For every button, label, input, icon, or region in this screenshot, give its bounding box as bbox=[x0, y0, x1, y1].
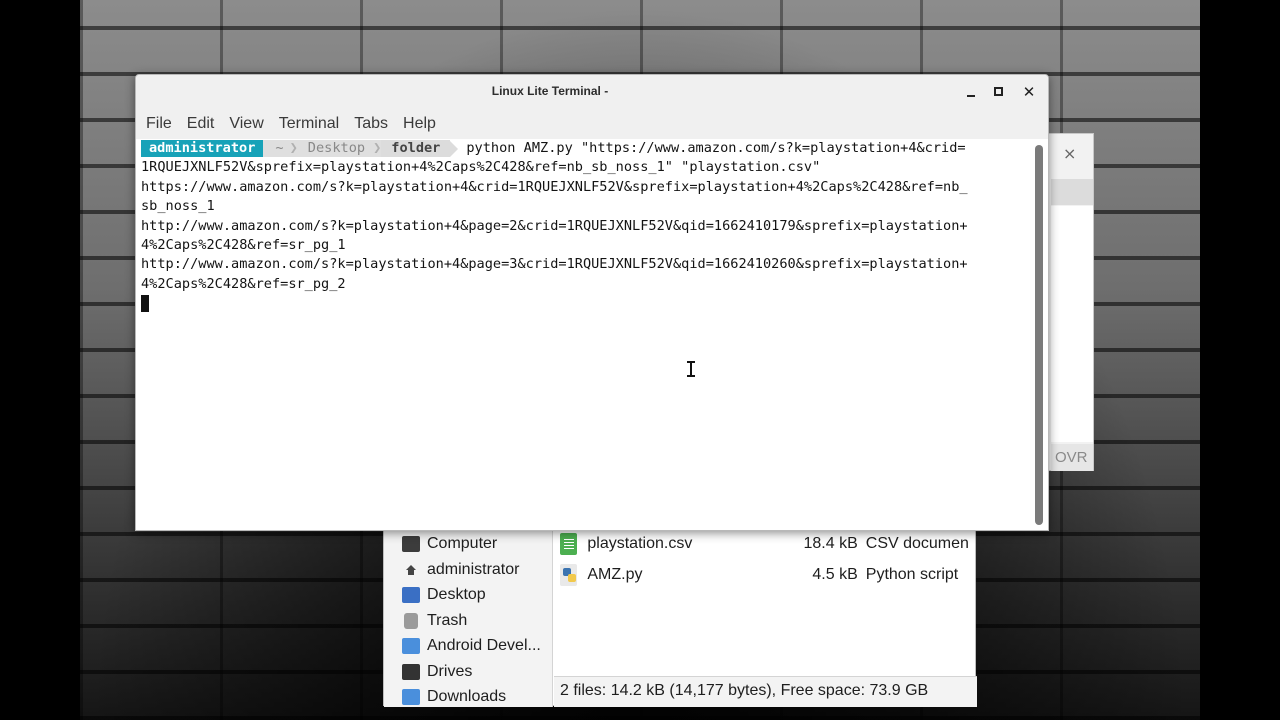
python-icon bbox=[560, 564, 578, 586]
prompt-dir-desktop: Desktop bbox=[297, 140, 374, 157]
close-button[interactable]: ✕ bbox=[1019, 82, 1039, 102]
menu-terminal[interactable]: Terminal bbox=[279, 115, 339, 133]
home-icon bbox=[402, 562, 420, 578]
sidebar-item-label: Desktop bbox=[427, 586, 486, 603]
left-letterbox bbox=[0, 0, 80, 720]
output-line: 4%2Caps%2C428&ref=sr_pg_2 bbox=[141, 275, 346, 292]
terminal-window[interactable]: Linux Lite Terminal - ✕ File Edit View T… bbox=[135, 74, 1049, 531]
sidebar-item-android-devel[interactable]: Android Devel... bbox=[402, 635, 541, 657]
file-name: playstation.csv bbox=[587, 535, 693, 552]
sidebar-item-label: Drives bbox=[427, 663, 473, 680]
close-icon[interactable]: × bbox=[1063, 144, 1076, 163]
sidebar-item-trash[interactable]: Trash bbox=[402, 610, 467, 632]
output-line: 1RQUEJXNLF52V&sprefix=playstation+4%2Cap… bbox=[141, 159, 821, 176]
trash-icon bbox=[404, 613, 418, 629]
file-size: 4.5 kB bbox=[812, 566, 858, 583]
menu-file[interactable]: File bbox=[146, 115, 172, 133]
output-line: http://www.amazon.com/s?k=playstation+4&… bbox=[141, 217, 968, 234]
prompt-separator: ❯ bbox=[289, 140, 298, 157]
desktop-icon bbox=[402, 587, 420, 603]
editor-toolbar bbox=[1051, 179, 1093, 205]
computer-icon bbox=[402, 536, 420, 552]
sidebar-item-drives[interactable]: Drives bbox=[402, 661, 472, 683]
output-line: sb_noss_1 bbox=[141, 198, 215, 215]
menu-tabs[interactable]: Tabs bbox=[354, 115, 388, 133]
sidebar-item-computer[interactable]: Computer bbox=[402, 533, 497, 555]
editor-text-area[interactable] bbox=[1051, 206, 1093, 442]
maximize-button[interactable] bbox=[989, 82, 1009, 102]
file-name: AMZ.py bbox=[587, 566, 643, 583]
command-text: python AMZ.py "https://www.amazon.com/s?… bbox=[466, 140, 966, 156]
mouse-ibeam-icon bbox=[686, 361, 696, 377]
output-line: https://www.amazon.com/s?k=playstation+4… bbox=[141, 178, 968, 195]
menu-edit[interactable]: Edit bbox=[187, 115, 215, 133]
sidebar-item-desktop[interactable]: Desktop bbox=[402, 584, 486, 606]
spreadsheet-icon bbox=[560, 533, 578, 555]
window-title: Linux Lite Terminal - bbox=[491, 84, 609, 98]
drive-icon bbox=[402, 664, 420, 680]
sidebar-item-label: Computer bbox=[427, 535, 498, 552]
file-type: Python script bbox=[865, 566, 959, 583]
prompt-user: administrator bbox=[141, 140, 264, 157]
cursor-line bbox=[141, 294, 1033, 313]
folder-icon bbox=[402, 689, 420, 705]
file-list: playstation.csv 18.4 kB CSV documen AMZ.… bbox=[554, 531, 977, 676]
sidebar-item-label: Trash bbox=[427, 612, 468, 629]
menu-help[interactable]: Help bbox=[403, 115, 436, 133]
file-row-playstation-csv[interactable]: playstation.csv 18.4 kB CSV documen bbox=[560, 531, 972, 557]
sidebar-item-label: administrator bbox=[427, 561, 520, 578]
file-row-amz-py[interactable]: AMZ.py 4.5 kB Python script bbox=[560, 562, 972, 588]
terminal-titlebar[interactable]: Linux Lite Terminal - ✕ bbox=[136, 75, 1048, 109]
file-manager-sidebar: Computer administrator Desktop Trash And… bbox=[384, 531, 553, 707]
terminal-output[interactable]: administrator ~ ❯ Desktop ❯ folder python AMZ.… bbox=[141, 139, 1033, 527]
prompt-home: ~ bbox=[263, 140, 290, 157]
folder-icon bbox=[402, 638, 420, 654]
editor-overwrite-indicator: OVR bbox=[1051, 444, 1093, 471]
prompt-end-arrow bbox=[450, 140, 459, 157]
terminal-menubar: File Edit View Terminal Tabs Help bbox=[136, 109, 1048, 139]
shell-prompt: administrator ~ ❯ Desktop ❯ folder bbox=[141, 140, 466, 157]
file-manager-window[interactable]: Computer administrator Desktop Trash And… bbox=[383, 530, 977, 707]
file-manager-statusbar: 2 files: 14.2 kB (14,177 bytes), Free sp… bbox=[554, 676, 977, 707]
prompt-dir-folder: folder bbox=[381, 140, 451, 157]
command-line: administrator ~ ❯ Desktop ❯ folder python AMZ.… bbox=[141, 139, 1033, 158]
sidebar-item-downloads[interactable]: Downloads bbox=[402, 686, 506, 707]
terminal-scrollbar[interactable] bbox=[1035, 145, 1043, 525]
right-letterbox bbox=[1200, 0, 1280, 720]
text-cursor bbox=[141, 295, 149, 313]
sidebar-item-administrator[interactable]: administrator bbox=[402, 559, 519, 581]
minimize-button[interactable] bbox=[961, 82, 981, 102]
menu-view[interactable]: View bbox=[229, 115, 263, 133]
sidebar-item-label: Android Devel... bbox=[427, 637, 541, 654]
file-size: 18.4 kB bbox=[803, 535, 858, 552]
prompt-separator: ❯ bbox=[373, 140, 382, 157]
sidebar-item-label: Downloads bbox=[427, 688, 507, 705]
file-type: CSV documen bbox=[865, 535, 969, 552]
output-line: 4%2Caps%2C428&ref=sr_pg_1 bbox=[141, 236, 346, 253]
output-line: http://www.amazon.com/s?k=playstation+4&… bbox=[141, 256, 968, 273]
